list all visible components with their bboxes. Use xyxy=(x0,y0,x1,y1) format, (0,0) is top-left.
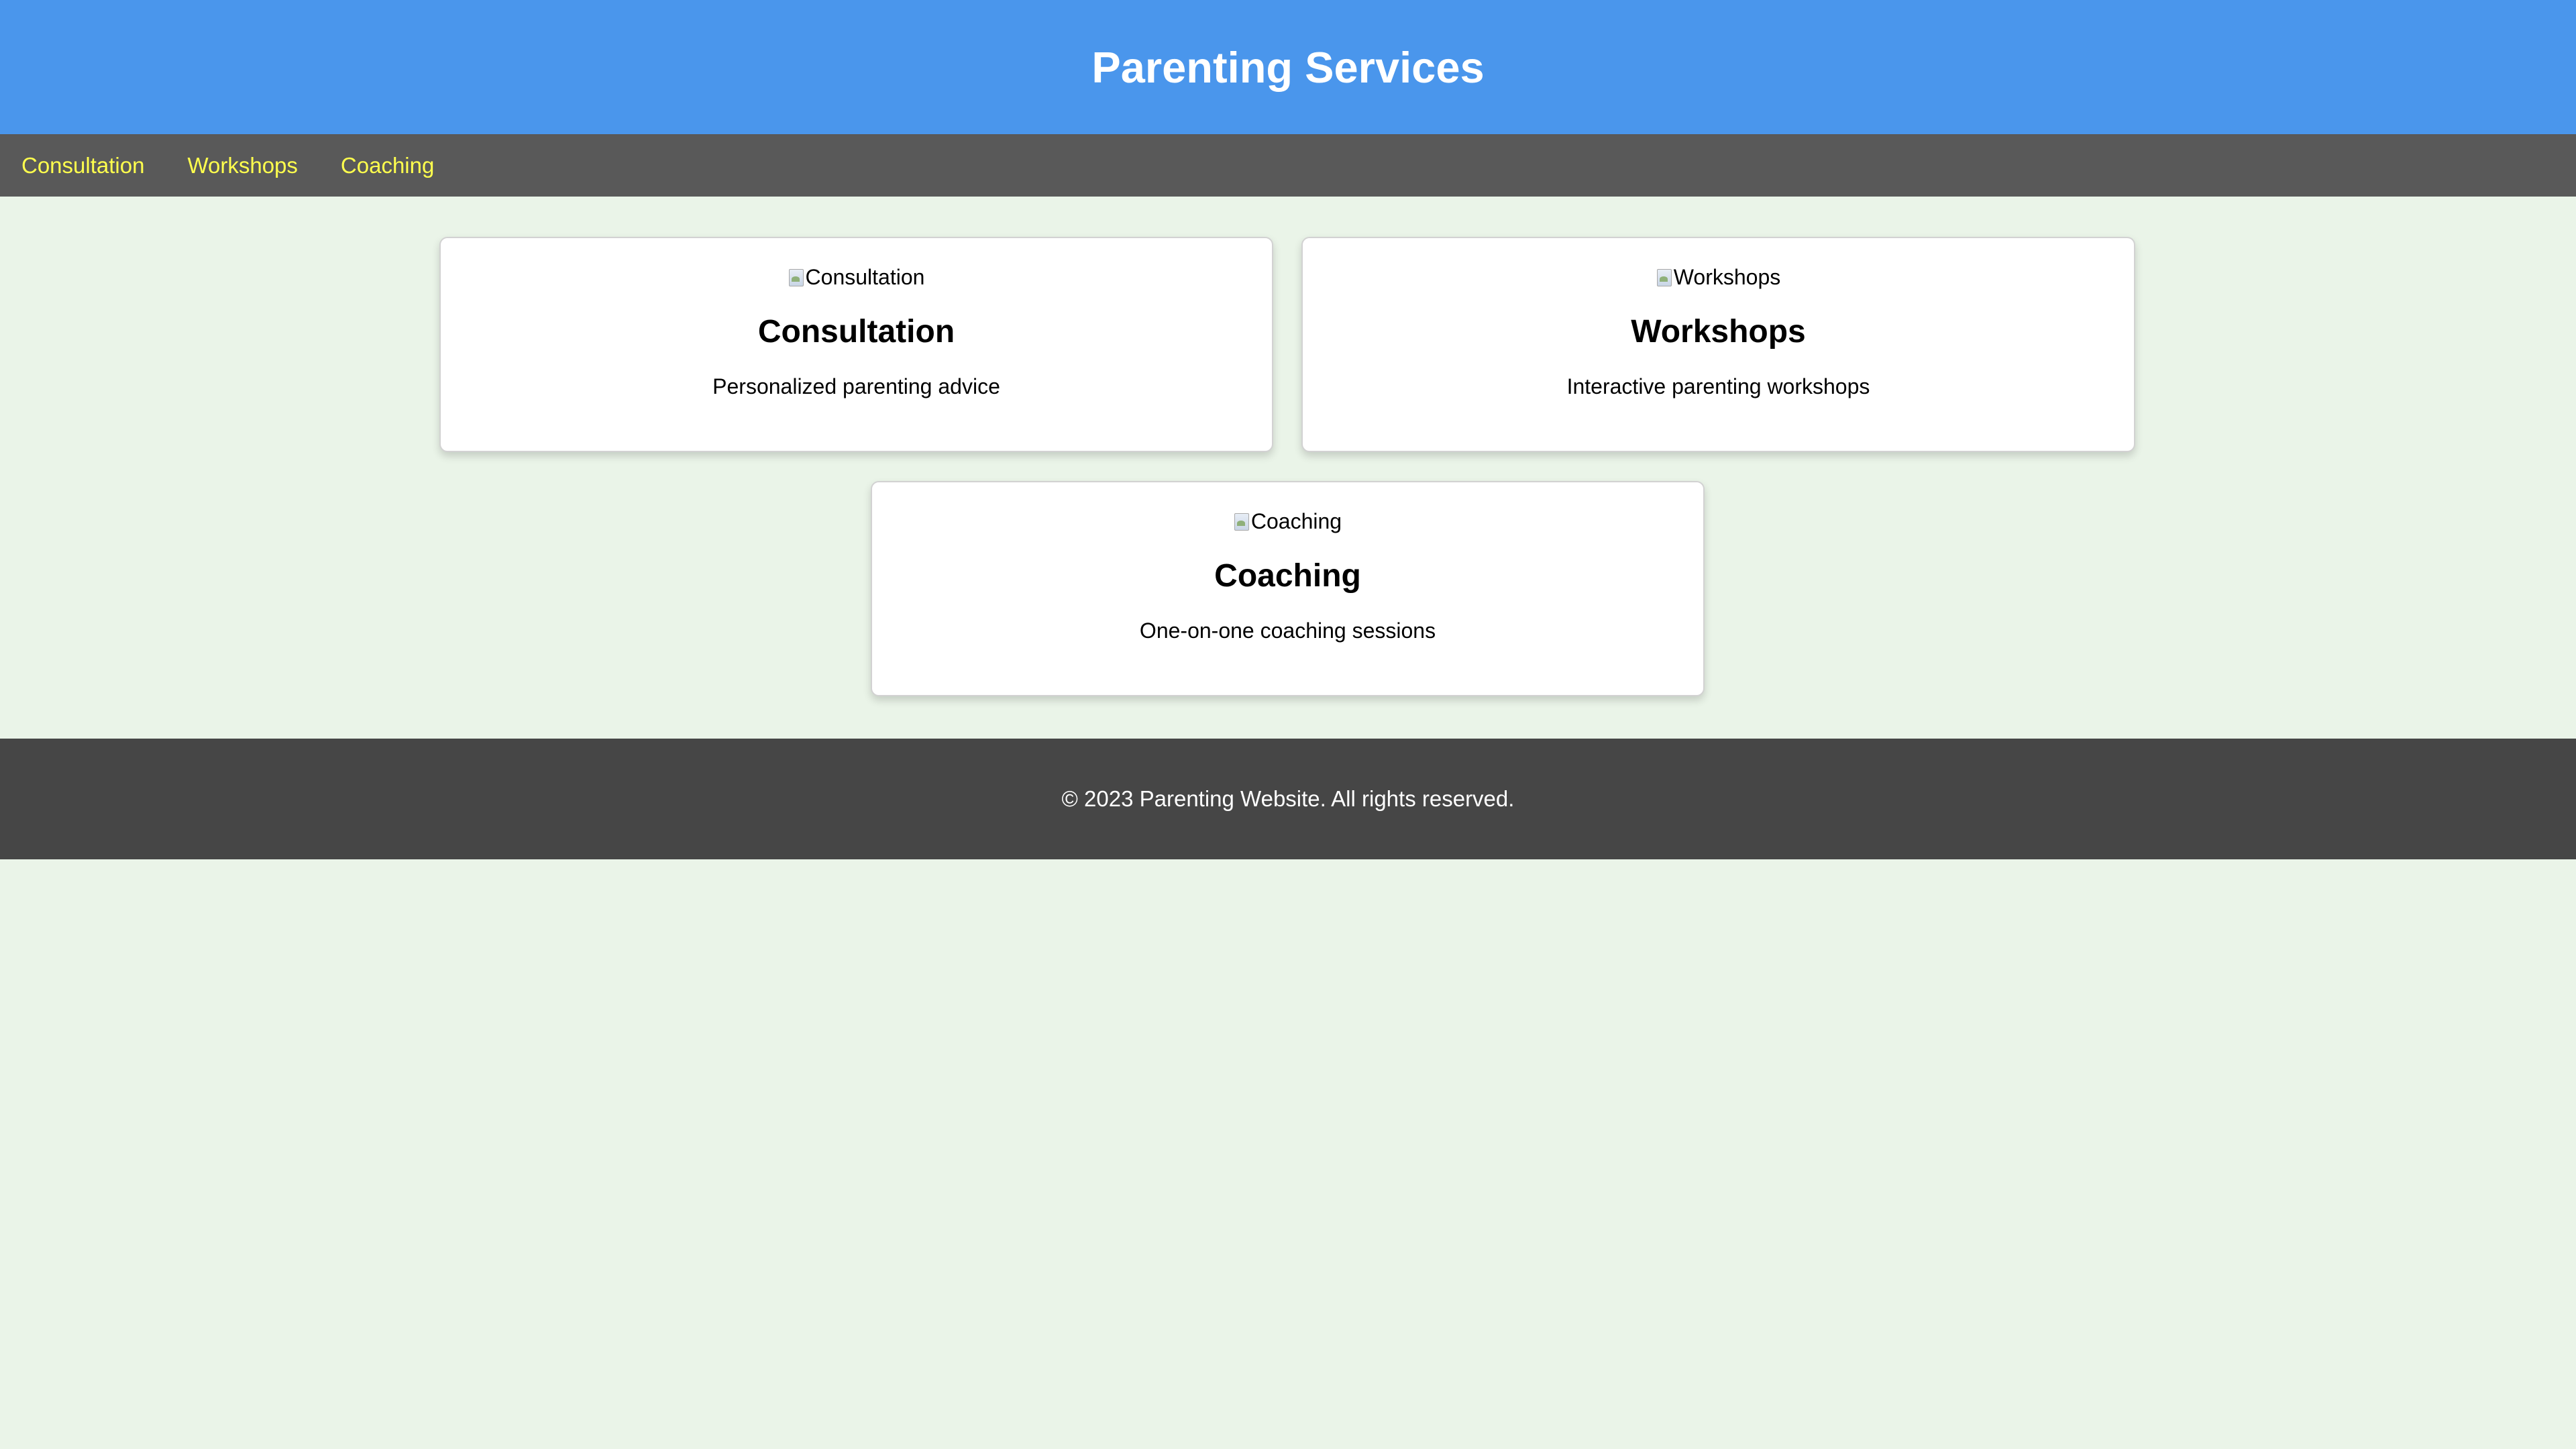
page: Parenting Services Consultation Workshop… xyxy=(0,0,2576,1449)
service-card-workshops: Workshops Workshops Interactive parentin… xyxy=(1301,237,2135,452)
image-alt-text: Consultation xyxy=(805,264,925,289)
site-header: Parenting Services xyxy=(0,0,2576,134)
service-image-coaching: Coaching xyxy=(1234,508,1342,535)
service-title: Coaching xyxy=(1214,558,1361,594)
service-title: Workshops xyxy=(1631,314,1806,350)
service-image-workshops: Workshops xyxy=(1656,264,1780,290)
service-title: Consultation xyxy=(757,314,955,350)
main-nav: Consultation Workshops Coaching xyxy=(0,134,2576,197)
nav-link-coaching[interactable]: Coaching xyxy=(341,153,434,178)
broken-image-icon xyxy=(788,267,804,287)
service-card-consultation: Consultation Consultation Personalized p… xyxy=(439,237,1273,452)
site-footer: © 2023 Parenting Website. All rights res… xyxy=(0,739,2576,859)
services-section: Consultation Consultation Personalized p… xyxy=(0,197,2576,739)
copyright-text: © 2023 Parenting Website. All rights res… xyxy=(1061,786,1515,811)
service-description: Interactive parenting workshops xyxy=(1566,374,1870,398)
service-description: Personalized parenting advice xyxy=(712,374,1000,398)
image-alt-text: Workshops xyxy=(1673,264,1781,289)
image-alt-text: Coaching xyxy=(1250,508,1342,533)
service-card-coaching: Coaching Coaching One-on-one coaching se… xyxy=(871,481,1705,696)
broken-image-icon xyxy=(1656,267,1672,287)
nav-link-workshops[interactable]: Workshops xyxy=(187,153,297,178)
broken-image-icon xyxy=(1234,511,1250,531)
nav-link-consultation[interactable]: Consultation xyxy=(21,153,144,178)
page-title: Parenting Services xyxy=(1091,42,1485,92)
service-description: One-on-one coaching sessions xyxy=(1139,619,1436,643)
service-image-consultation: Consultation xyxy=(788,264,925,290)
